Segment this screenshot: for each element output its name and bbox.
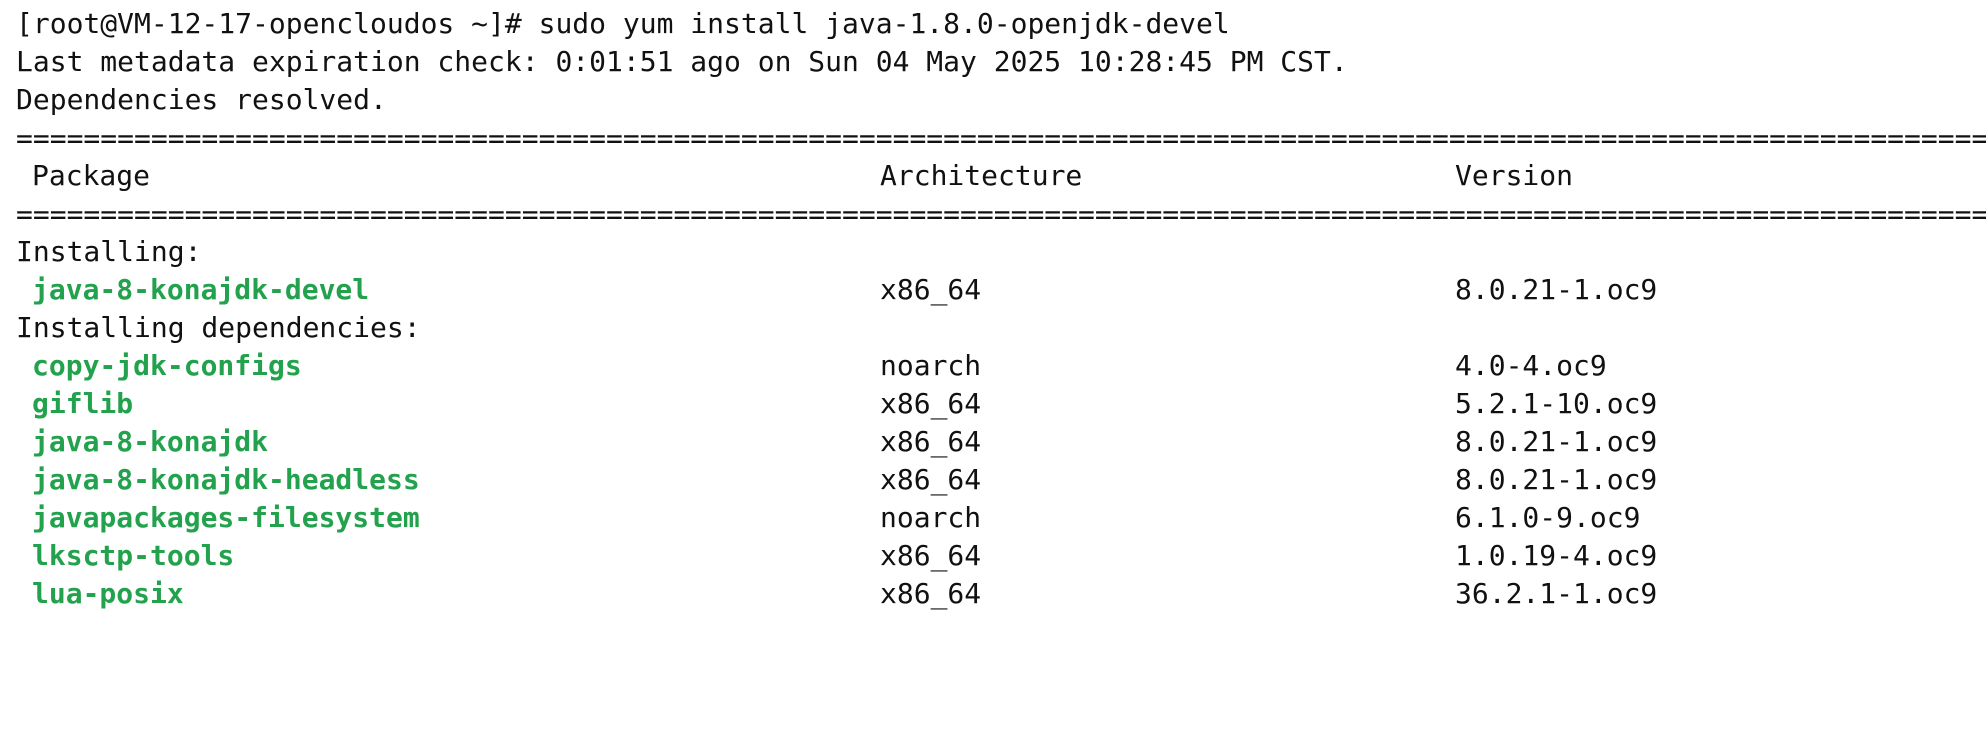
terminal-window[interactable]: [root@VM-12-17-opencloudos ~]# sudo yum …	[0, 0, 1986, 738]
package-name: lua-posix	[32, 577, 184, 610]
package-arch: x86_64	[880, 273, 982, 306]
package-arch: x86_64	[880, 577, 982, 610]
package-version: 8.0.21-1.oc9	[1455, 273, 1658, 306]
package-version: 36.2.1-1.oc9	[1455, 577, 1658, 610]
separator-bottom: ========================================…	[16, 198, 1986, 231]
